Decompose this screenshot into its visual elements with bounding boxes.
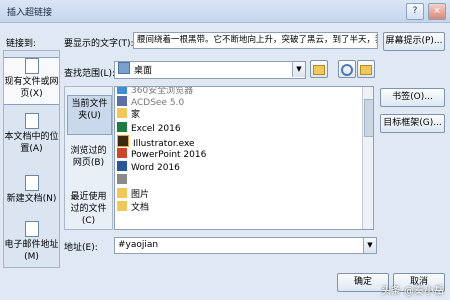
web-search-icon	[341, 64, 353, 76]
chevron-down-icon[interactable]: ▼	[292, 62, 305, 77]
insert-hyperlink-dialog: 插入超链接 ? × 链接到: 要显示的文字(T): 腰间绕着一根黑带。它不断地向…	[0, 0, 450, 300]
illustrator-icon	[117, 135, 129, 147]
file-name: 家	[131, 110, 141, 120]
close-button[interactable]: ×	[428, 3, 446, 20]
file-name: PowerPoint 2016	[131, 150, 207, 160]
nav-document-place-label: 本文档中的位置(A)	[4, 132, 59, 154]
folder-icon	[117, 108, 127, 118]
app-icon	[117, 87, 127, 94]
new-document-icon	[24, 175, 39, 191]
nav-new-document-label: 新建文档(N)	[6, 194, 57, 204]
address-value: #yaojian	[118, 240, 159, 250]
nav-existing-file[interactable]: 现有文件或网页(X)	[4, 57, 59, 105]
app-icon	[117, 96, 127, 106]
document-place-icon	[24, 113, 39, 129]
file-list[interactable]: 360安全浏览器 ACDSee 5.0 家 Excel 2016 Illustr…	[114, 86, 374, 230]
file-name: ACDSee 5.0	[131, 98, 185, 108]
folder-open-icon	[360, 65, 372, 75]
watermark: 头条 @秦小岳	[380, 286, 444, 297]
address-input[interactable]: #yaojian ▼	[114, 237, 377, 254]
dialog-title: 插入超链接	[7, 8, 53, 18]
list-item[interactable]: Word 2016	[117, 161, 180, 174]
file-name: Word 2016	[131, 163, 180, 173]
excel-icon	[117, 122, 127, 132]
help-button[interactable]: ?	[406, 3, 424, 20]
desktop-icon	[118, 62, 130, 74]
tab-browsed-pages[interactable]: 浏览过的网页(B)	[67, 145, 110, 173]
browse-file-button[interactable]	[357, 60, 375, 78]
link-to-label: 链接到:	[6, 39, 37, 49]
list-item[interactable]: PowerPoint 2016	[117, 148, 206, 161]
word-icon	[117, 161, 127, 171]
list-item[interactable]: 家	[117, 108, 140, 121]
address-label: 地址(E):	[64, 243, 98, 253]
browse-tabs: 当前文件夹(U) 浏览过的网页(B) 最近使用过的文件(C)	[64, 86, 113, 230]
browse-web-button[interactable]	[338, 60, 356, 78]
display-text-label: 要显示的文字(T):	[64, 39, 134, 49]
list-item[interactable]: Excel 2016	[117, 122, 181, 135]
nav-new-document[interactable]: 新建文档(N)	[4, 175, 59, 205]
file-name: 图片	[131, 190, 150, 200]
target-frame-button[interactable]: 目标框架(G)...	[380, 114, 445, 133]
link-type-bar: 现有文件或网页(X) 本文档中的位置(A) 新建文档(N) 电子邮件地址(M)	[3, 50, 60, 268]
bookmark-button[interactable]: 书签(O)...	[380, 88, 445, 107]
nav-email[interactable]: 电子邮件地址(M)	[4, 221, 59, 263]
display-text-input[interactable]: 腰间绕着一根黑带。它不断地向上升，突破了黑云，到了半天，我	[133, 32, 378, 49]
file-web-icon	[24, 58, 39, 74]
title-bar: 插入超链接 ? ×	[0, 0, 450, 23]
look-in-value: 桌面	[134, 66, 153, 76]
folder-icon	[117, 188, 127, 198]
file-name: 文档	[131, 203, 150, 213]
list-item[interactable]	[117, 174, 131, 187]
scrollbar-thumb[interactable]	[364, 99, 373, 137]
folder-up-icon	[313, 65, 325, 75]
tab-recent-files[interactable]: 最近使用过的文件(C)	[67, 191, 110, 226]
file-name: 360安全浏览器	[131, 86, 194, 96]
tab-current-folder[interactable]: 当前文件夹(U)	[67, 95, 112, 135]
file-list-scrollbar[interactable]	[362, 87, 373, 229]
folder-icon	[117, 201, 127, 211]
list-item[interactable]: 文档	[117, 201, 149, 214]
list-item[interactable]: 图片	[117, 188, 149, 201]
file-name: Excel 2016	[131, 124, 181, 134]
screen-tip-button[interactable]: 屏幕提示(P)...	[383, 32, 445, 51]
powerpoint-icon	[117, 148, 127, 158]
look-in-select[interactable]: 桌面 ▼	[114, 61, 306, 79]
nav-document-place[interactable]: 本文档中的位置(A)	[4, 113, 59, 155]
list-item[interactable]: Illustrator.exe	[117, 135, 195, 149]
up-folder-button[interactable]	[310, 60, 328, 78]
app-icon	[117, 174, 127, 184]
email-icon	[24, 221, 39, 237]
look-in-label: 查找范围(L):	[64, 69, 116, 79]
address-dropdown-chevron-icon[interactable]: ▼	[363, 238, 376, 253]
nav-existing-file-label: 现有文件或网页(X)	[4, 77, 59, 99]
nav-email-label: 电子邮件地址(M)	[4, 240, 59, 262]
